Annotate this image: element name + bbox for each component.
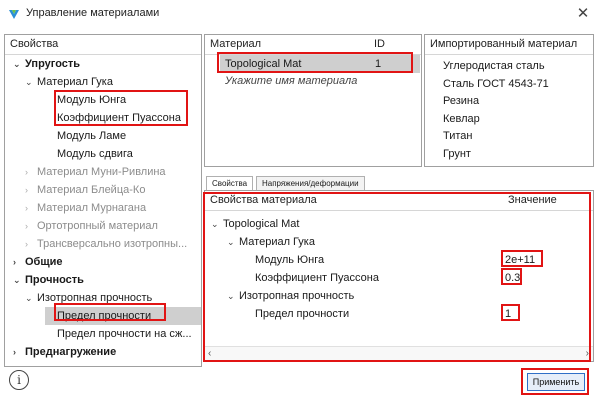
imported-material-item[interactable]: Кевлар — [443, 110, 480, 128]
chevron-down-icon[interactable]: ⌄ — [13, 55, 25, 73]
window-title: Управление материалами — [26, 7, 160, 19]
material-properties-panel: Свойства материала Значение ⌄ Topological… — [204, 190, 594, 362]
tree-item-label: Коэффициент Пуассона — [57, 112, 181, 124]
material-row-name: Topological Mat — [225, 58, 302, 70]
tree-item[interactable]: Модуль сдвига — [45, 145, 133, 163]
tree-item[interactable]: Модуль Юнга — [45, 91, 126, 109]
chevron-down-icon[interactable]: ⌄ — [13, 271, 25, 289]
scroll-right-icon[interactable]: › — [586, 348, 589, 359]
title-bar: Управление материалами ✕ — [0, 0, 600, 28]
chevron-right-icon[interactable]: › — [13, 253, 25, 271]
tree-item-label: Материал Муни-Ривлина — [37, 166, 166, 178]
property-row[interactable]: ⌄ Topological Mat — [211, 215, 299, 233]
property-label: Модуль Юнга — [255, 254, 325, 266]
material-row[interactable]: Topological Mat 1 — [220, 55, 420, 73]
tree-item[interactable]: Коэффициент Пуассона — [45, 109, 181, 127]
chevron-right-icon[interactable]: › — [25, 199, 37, 217]
tree-item-label: Преднагружение — [25, 346, 117, 358]
property-label: Предел прочности — [255, 308, 350, 320]
material-row-id: 1 — [375, 58, 382, 70]
app-icon — [9, 10, 19, 19]
tree-item[interactable]: › Преднагружение — [13, 343, 116, 361]
property-value[interactable]: 1 — [505, 305, 511, 323]
chevron-down-icon[interactable]: ⌄ — [227, 287, 239, 305]
imported-material-panel: Импортированный материал Углеродистая ст… — [424, 34, 594, 167]
tree-item-label: Предел прочности — [57, 310, 152, 322]
info-button[interactable]: i — [9, 370, 29, 390]
imported-material-item[interactable]: Углеродистая сталь — [443, 57, 545, 75]
properties-column-header[interactable]: Свойства материала — [210, 194, 317, 206]
chevron-right-icon[interactable]: › — [25, 217, 37, 235]
tree-item-label: Изотропная прочность — [37, 292, 153, 304]
tree-item[interactable]: › Материал Мурнагана — [25, 199, 146, 217]
property-value[interactable]: 2e+11 — [505, 251, 535, 269]
properties-category-header: Свойства — [5, 35, 201, 55]
tree-item-label: Модуль сдвига — [57, 148, 133, 160]
material-properties-header: Свойства материала Значение — [205, 191, 593, 211]
close-button[interactable]: ✕ — [572, 4, 594, 24]
chevron-right-icon[interactable]: › — [25, 163, 37, 181]
scroll-left-icon[interactable]: ‹ — [208, 348, 211, 359]
tree-item[interactable]: › Общие — [13, 253, 63, 271]
imported-material-item[interactable]: Резина — [443, 92, 479, 110]
tree-item-label: Материал Гука — [37, 76, 113, 88]
value-column-header[interactable]: Значение — [508, 191, 557, 210]
horizontal-scrollbar[interactable]: ‹ › — [205, 346, 593, 361]
tree-item[interactable]: › Трансверсально изотропны... — [25, 235, 187, 253]
imported-material-item[interactable]: Сталь ГОСТ 4543-71 — [443, 75, 549, 93]
tree-item-label: Предел прочности на сж... — [57, 328, 192, 340]
tree-item[interactable]: ⌄ Прочность — [13, 271, 84, 289]
tree-item[interactable]: Предел прочности на сж... — [45, 325, 192, 343]
property-row[interactable]: Модуль Юнга — [255, 251, 324, 269]
tree-item-label: Материал Блейца-Ко — [37, 184, 146, 196]
property-row[interactable]: Коэффициент Пуассона — [255, 269, 379, 287]
property-label: Topological Mat — [223, 218, 300, 230]
property-row[interactable]: ⌄ Изотропная прочность — [227, 287, 354, 305]
tree-item-label: Общие — [25, 256, 63, 268]
tree-item[interactable]: ⌄ Упругость — [13, 55, 80, 73]
chevron-right-icon[interactable]: › — [25, 235, 37, 253]
chevron-down-icon[interactable]: ⌄ — [25, 73, 37, 91]
property-value[interactable]: 0.3 — [505, 269, 520, 287]
material-table-header: Материал ID — [205, 35, 421, 55]
tree-item[interactable]: › Материал Блейца-Ко — [25, 181, 145, 199]
apply-button[interactable]: Применить — [527, 373, 585, 391]
tree-item[interactable]: ⌄ Материал Гука — [25, 73, 113, 91]
tree-item-label: Трансверсально изотропны... — [37, 238, 188, 250]
tree-item-label: Упругость — [25, 58, 81, 70]
id-column-header[interactable]: ID — [374, 35, 385, 54]
tree-item-label: Прочность — [25, 274, 84, 286]
material-list-panel: Материал ID Topological Mat 1 Укажите им… — [204, 34, 422, 167]
chevron-right-icon[interactable]: › — [25, 181, 37, 199]
tree-item[interactable]: ⌄ Изотропная прочность — [25, 289, 152, 307]
imported-material-header: Импортированный материал — [425, 35, 593, 55]
chevron-down-icon[interactable]: ⌄ — [227, 233, 239, 251]
tree-item-label: Ортотропный материал — [37, 220, 158, 232]
tree-item[interactable]: Предел прочности — [45, 307, 201, 325]
imported-material-item[interactable]: Грунт — [443, 145, 471, 163]
property-label: Коэффициент Пуассона — [255, 272, 379, 284]
tab-stress-strain[interactable]: Напряжения/деформации — [256, 176, 365, 191]
tree-item[interactable]: › Ортотропный материал — [25, 217, 158, 235]
tree-item[interactable]: › Материал Муни-Ривлина — [25, 163, 166, 181]
property-row[interactable]: Предел прочности — [255, 305, 349, 323]
property-label: Материал Гука — [239, 236, 315, 248]
properties-category-panel: Свойства ⌄ Упругость ⌄ Материал Гука Модуль … — [4, 34, 202, 367]
chevron-right-icon[interactable]: › — [13, 343, 25, 361]
property-row[interactable]: ⌄ Материал Гука — [227, 233, 315, 251]
material-name-placeholder[interactable]: Укажите имя материала — [225, 73, 357, 89]
chevron-down-icon[interactable]: ⌄ — [211, 215, 223, 233]
tree-item[interactable]: Модуль Ламе — [45, 127, 126, 145]
property-label: Изотропная прочность — [239, 290, 355, 302]
material-column-header[interactable]: Материал — [210, 38, 261, 50]
tree-item-label: Модуль Ламе — [57, 130, 127, 142]
tree-item-label: Модуль Юнга — [57, 94, 127, 106]
tree-item-label: Материал Мурнагана — [37, 202, 147, 214]
imported-material-item[interactable]: Титан — [443, 127, 473, 145]
chevron-down-icon[interactable]: ⌄ — [25, 289, 37, 307]
tab-properties[interactable]: Свойства — [206, 176, 254, 191]
